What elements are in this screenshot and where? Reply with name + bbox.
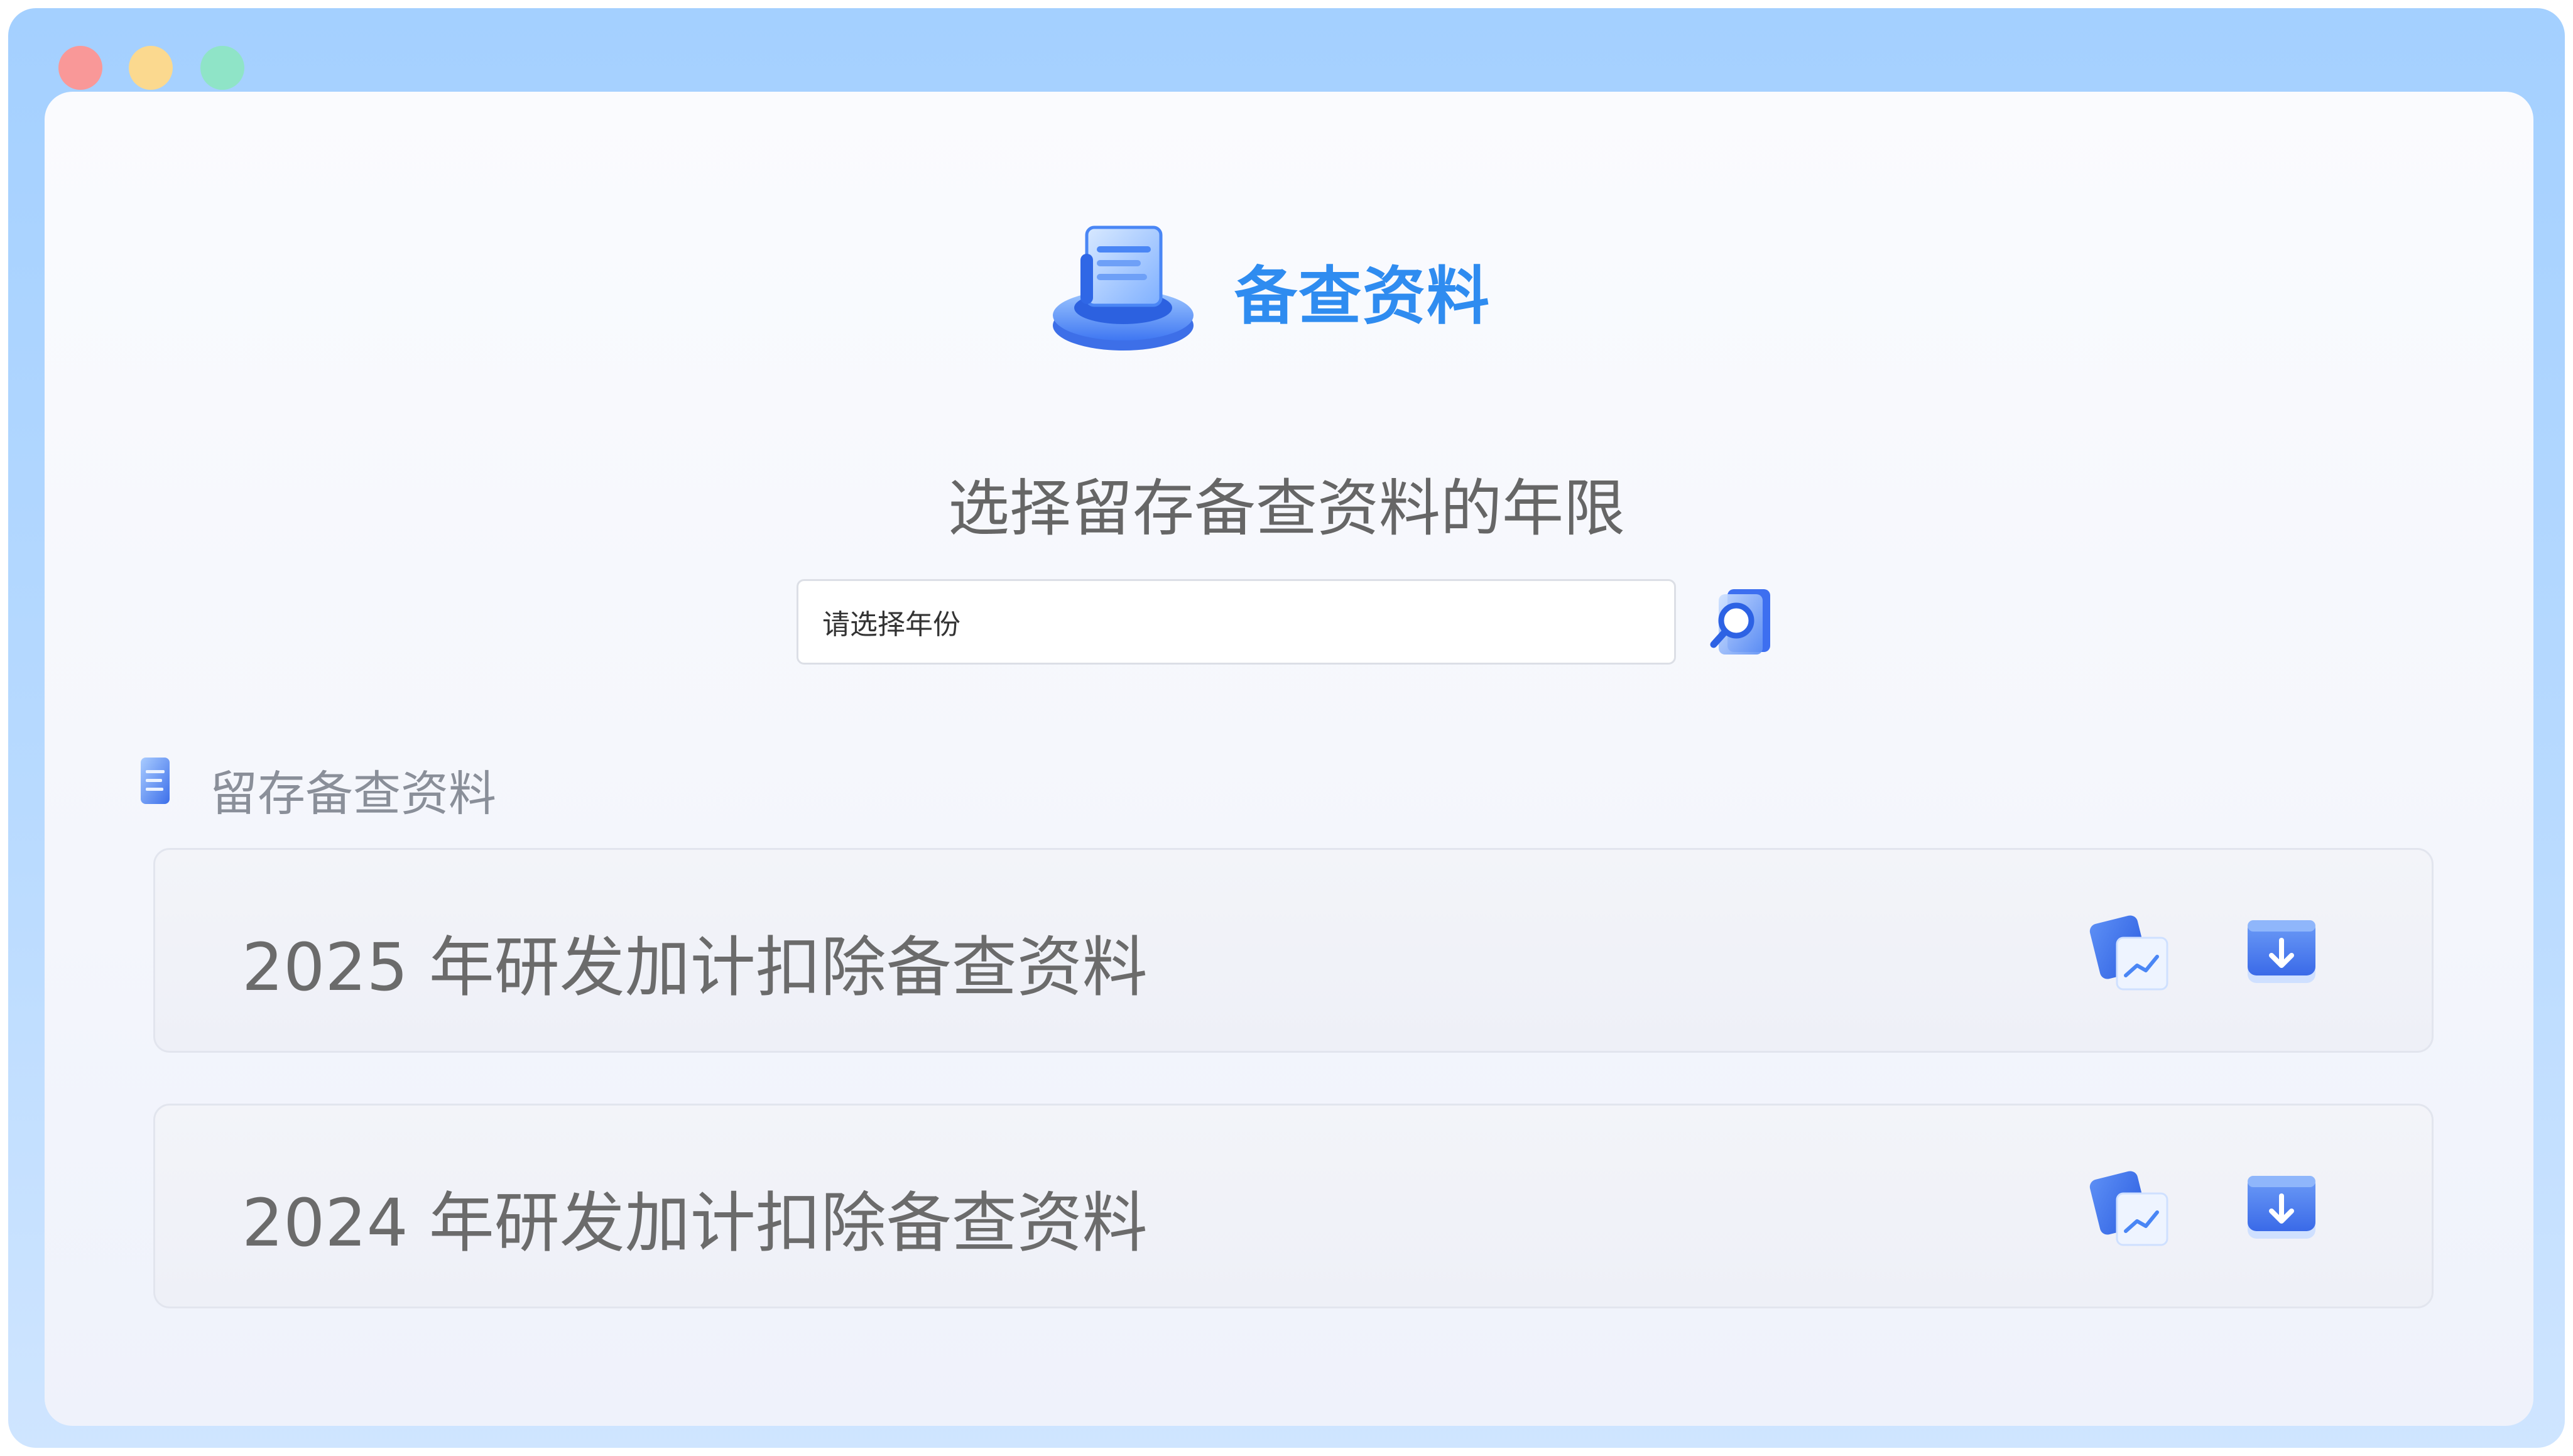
view-chart-icon[interactable] [2087, 1168, 2175, 1250]
year-select-heading: 选择留存备查资料的年限 [947, 473, 1625, 545]
download-icon[interactable] [2238, 913, 2325, 994]
year-select-placeholder: 请选择年份 [822, 609, 960, 641]
record-title: 2025 年研发加计扣除备查资料 [242, 929, 1148, 1006]
document-icon [141, 758, 170, 804]
section-title: 留存备查资料 [210, 766, 496, 822]
document-stack-icon [1053, 225, 1194, 350]
window-close-button[interactable] [58, 46, 102, 90]
window-maximize-button[interactable] [200, 46, 244, 90]
year-select[interactable]: 请选择年份 [797, 579, 1676, 665]
view-chart-icon[interactable] [2087, 913, 2175, 994]
record-card: 2024 年研发加计扣除备查资料 [153, 1104, 2434, 1308]
window-minimize-button[interactable] [129, 46, 173, 90]
record-card: 2025 年研发加计扣除备查资料 [153, 848, 2434, 1053]
record-title: 2024 年研发加计扣除备查资料 [242, 1185, 1148, 1261]
magnifier-icon[interactable] [1706, 584, 1775, 660]
app-title: 备查资料 [1234, 259, 1491, 333]
download-icon[interactable] [2238, 1168, 2325, 1250]
